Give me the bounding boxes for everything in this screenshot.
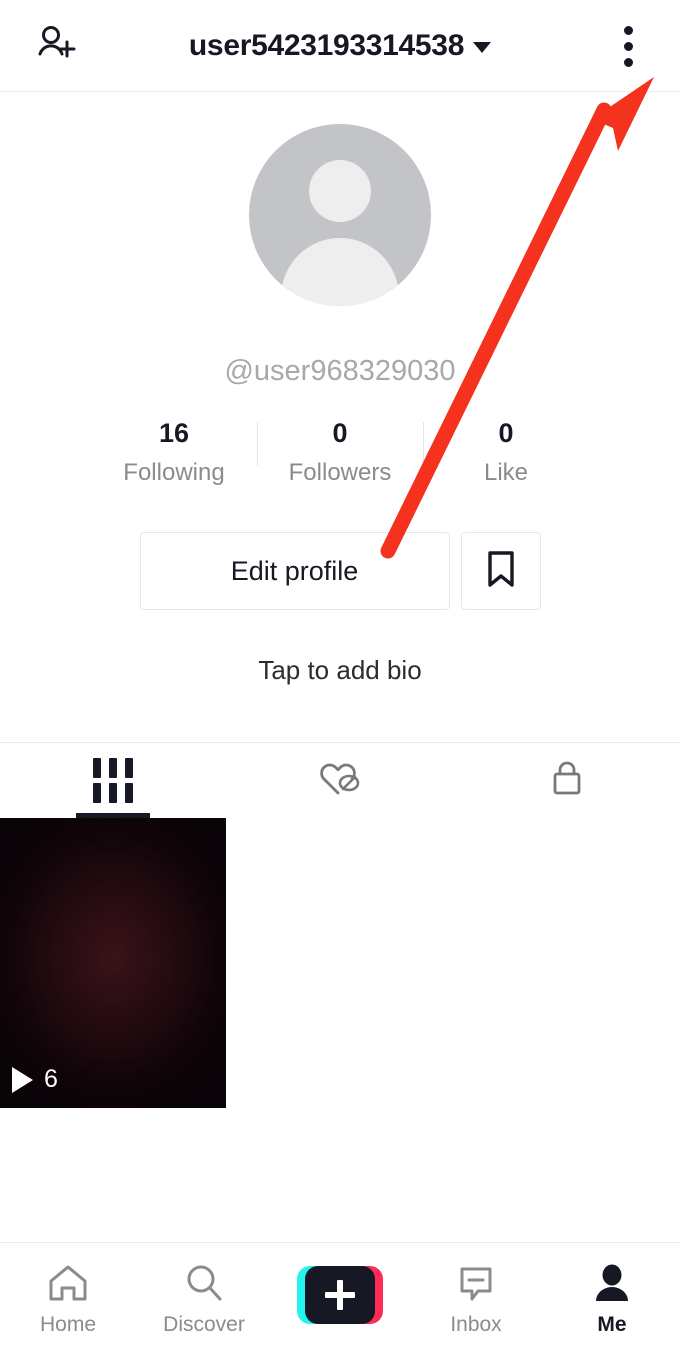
nav-item-home[interactable]: Home <box>0 1261 136 1337</box>
profile-actions: Edit profile <box>0 532 680 610</box>
home-icon <box>45 1261 91 1305</box>
nav-item-create[interactable] <box>272 1265 408 1332</box>
stat-label: Following <box>123 459 225 486</box>
video-grid: 6 <box>0 818 680 1108</box>
nav-label: Home <box>39 1312 97 1336</box>
stat-value: 0 <box>498 418 514 448</box>
tab-private[interactable] <box>453 743 680 818</box>
lock-icon <box>547 756 587 805</box>
plus-icon <box>337 1279 343 1310</box>
avatar-body-shape <box>281 238 399 306</box>
create-core <box>305 1265 375 1324</box>
stat-likes[interactable]: 0 Like <box>424 418 589 487</box>
stat-label: Followers <box>288 459 392 486</box>
nav-label: Inbox <box>450 1312 502 1336</box>
profile-stats: 16 Following 0 Followers 0 Like <box>0 418 680 487</box>
heart-slash-icon <box>316 756 364 805</box>
profile-tabs <box>0 742 680 818</box>
video-thumbnail[interactable]: 6 <box>0 818 226 1108</box>
tab-videos[interactable] <box>0 743 227 818</box>
profile-handle: @user968329030 <box>224 355 456 387</box>
search-icon <box>181 1261 227 1305</box>
bookmark-button[interactable] <box>460 532 541 610</box>
nav-item-discover[interactable]: Discover <box>136 1261 272 1337</box>
profile-name-dropdown[interactable]: user5423193314538 <box>188 28 492 63</box>
more-options-button[interactable] <box>602 18 654 74</box>
edit-profile-button[interactable]: Edit profile <box>139 532 450 610</box>
add-person-icon <box>34 22 78 71</box>
stat-followers[interactable]: 0 Followers <box>258 418 423 487</box>
top-bar: user5423193314538 <box>0 0 680 92</box>
message-minus-icon <box>453 1261 499 1305</box>
nav-item-me[interactable]: Me <box>544 1261 680 1337</box>
page-title: user5423193314538 <box>188 28 465 62</box>
stat-following[interactable]: 16 Following <box>92 418 257 487</box>
stat-value: 16 <box>158 418 190 448</box>
play-count: 6 <box>12 1065 58 1094</box>
avatar-head-shape <box>309 160 371 222</box>
grid-icon <box>93 758 134 803</box>
tab-liked-hidden[interactable] <box>227 743 454 818</box>
nav-label: Me <box>597 1312 627 1336</box>
nav-label: Discover <box>163 1312 245 1336</box>
create-plus-button[interactable] <box>297 1265 383 1324</box>
bottom-navigation: Home Discover Inbox Me <box>0 1242 680 1354</box>
stat-label: Like <box>483 459 529 486</box>
chevron-down-icon <box>473 42 492 53</box>
nav-item-inbox[interactable]: Inbox <box>408 1261 544 1337</box>
three-dots-vertical-icon <box>623 25 633 35</box>
person-filled-icon <box>589 1261 635 1305</box>
bio-placeholder[interactable]: Tap to add bio <box>0 655 680 686</box>
play-triangle-icon <box>12 1066 33 1093</box>
tiktok-profile-screen: user5423193314538 @user968329030 16 Foll… <box>0 0 680 1354</box>
stat-value: 0 <box>332 418 348 448</box>
bookmark-icon <box>483 549 519 594</box>
avatar[interactable] <box>249 124 431 306</box>
three-dots-vertical-icon <box>623 57 633 67</box>
add-friend-button[interactable] <box>26 20 86 72</box>
play-count-value: 6 <box>44 1065 58 1093</box>
three-dots-vertical-icon <box>623 41 633 51</box>
